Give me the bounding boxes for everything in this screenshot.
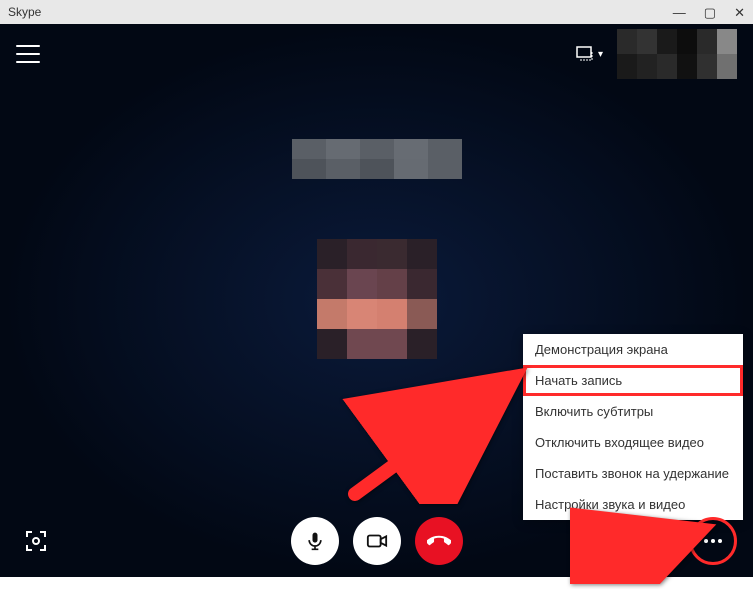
menu-item-audio-video-settings[interactable]: Настройки звука и видео: [523, 489, 743, 520]
top-right-controls: ▾: [576, 29, 737, 79]
annotation-arrow: [335, 364, 535, 509]
microphone-button[interactable]: [291, 517, 339, 565]
menu-item-screen-share[interactable]: Демонстрация экрана: [523, 334, 743, 365]
fullscreen-button[interactable]: [16, 521, 56, 561]
close-button[interactable]: ✕: [734, 6, 745, 19]
menu-item-hold-call[interactable]: Поставить звонок на удержание: [523, 458, 743, 489]
menu-item-subtitles[interactable]: Включить субтитры: [523, 396, 743, 427]
contact-avatar: [317, 239, 437, 359]
more-options-button[interactable]: [689, 517, 737, 565]
window-controls: — ▢ ✕: [673, 6, 745, 19]
resize-button[interactable]: ▾: [576, 46, 603, 62]
menu-item-start-recording[interactable]: Начать запись: [523, 365, 743, 396]
call-controls-bar: [0, 517, 753, 565]
hangup-button[interactable]: [415, 517, 463, 565]
menu-button[interactable]: [16, 45, 40, 63]
video-button[interactable]: [353, 517, 401, 565]
more-options-menu: Демонстрация экрана Начать запись Включи…: [523, 334, 743, 520]
top-controls: ▾: [0, 24, 753, 84]
contact-name: [292, 139, 462, 179]
chat-button[interactable]: [573, 521, 613, 561]
title-bar: Skype — ▢ ✕: [0, 0, 753, 24]
self-video-thumbnail[interactable]: [617, 29, 737, 79]
maximize-button[interactable]: ▢: [704, 6, 716, 19]
reaction-button[interactable]: [631, 521, 671, 561]
call-area: ▾ Демонстрация экрана Начать запись Вклю…: [0, 24, 753, 577]
minimize-button[interactable]: —: [673, 6, 686, 19]
menu-item-disable-incoming-video[interactable]: Отключить входящее видео: [523, 427, 743, 458]
window-title: Skype: [8, 5, 41, 19]
